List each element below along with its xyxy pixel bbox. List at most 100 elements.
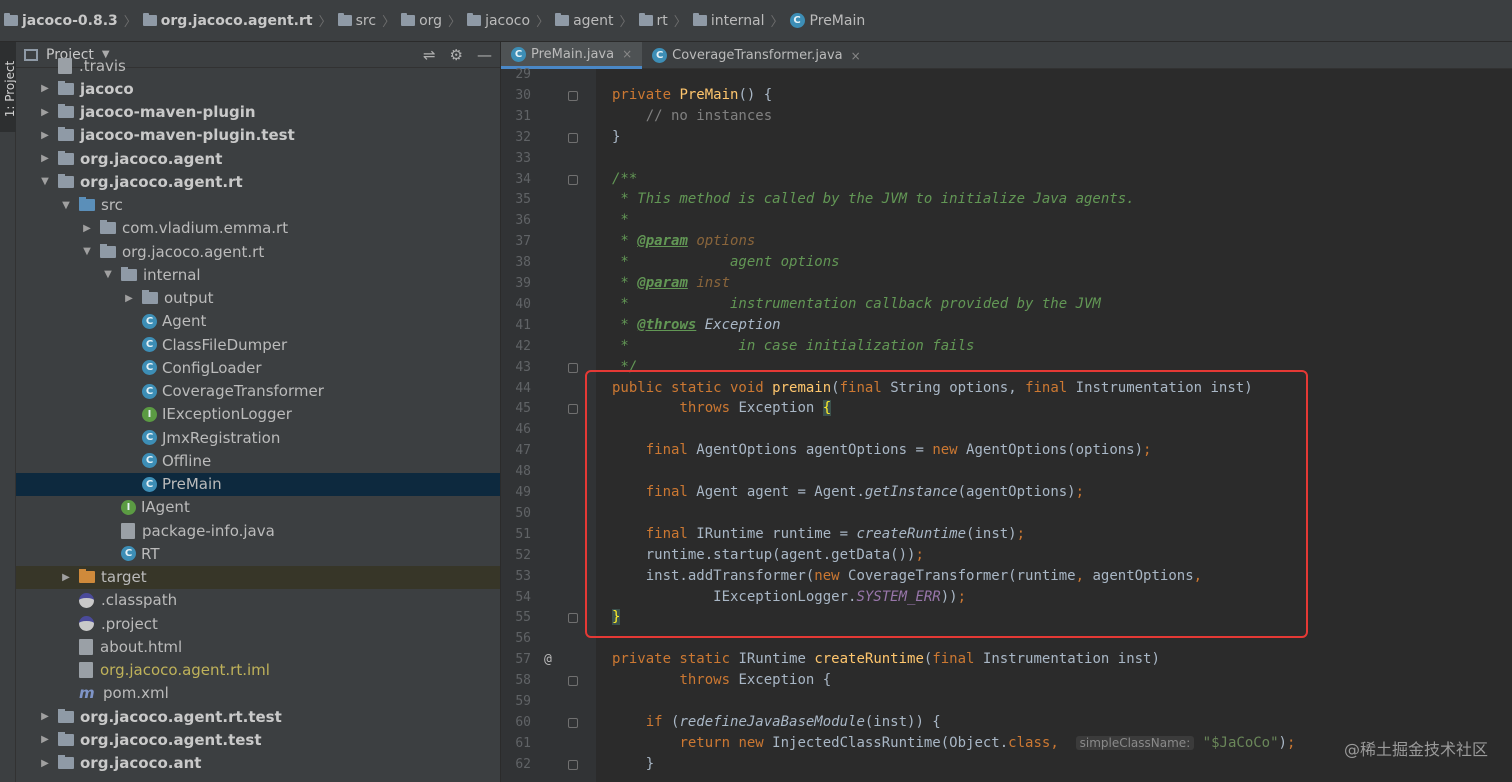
breadcrumb-separator-icon: 〉	[770, 15, 784, 30]
tree-item[interactable]: ▼ src	[16, 194, 500, 217]
chevron-down-icon[interactable]: ▼	[38, 176, 52, 187]
editor-tab[interactable]: C CoverageTransformer.java ×	[642, 42, 871, 69]
fold-icon[interactable]	[568, 132, 578, 143]
code-line[interactable]: throws Exception {	[612, 670, 831, 691]
maven-icon: m	[79, 684, 95, 703]
tree-item-label: org.jacoco.agent.test	[80, 730, 262, 749]
tree-item[interactable]: C ConfigLoader	[16, 356, 500, 379]
fold-icon[interactable]	[568, 676, 578, 687]
code-line[interactable]: * @param options	[612, 231, 755, 252]
line-number: 41	[515, 317, 531, 333]
fold-icon[interactable]	[568, 362, 578, 373]
code-line[interactable]: * instrumentation callback provided by t…	[612, 294, 1100, 315]
tree-item[interactable]: C RT	[16, 542, 500, 565]
chevron-right-icon[interactable]: ▶	[38, 758, 52, 769]
tree-item[interactable]: C CoverageTransformer	[16, 380, 500, 403]
tree-item[interactable]: ▶ org.jacoco.ant	[16, 752, 500, 775]
breadcrumb-item[interactable]: org 〉	[401, 11, 467, 30]
chevron-right-icon[interactable]: ▶	[59, 572, 73, 583]
chevron-right-icon[interactable]: ▶	[122, 293, 136, 304]
line-number: 48	[515, 464, 531, 480]
tree-item[interactable]: ▶ output	[16, 287, 500, 310]
tree-item[interactable]: ▶ org.jacoco.agent.test	[16, 728, 500, 751]
tree-item[interactable]: C Offline	[16, 449, 500, 472]
tree-item[interactable]: C PreMain	[16, 472, 500, 496]
code-line[interactable]: *	[612, 210, 628, 231]
tree-item[interactable]: .travis	[16, 54, 500, 77]
tree-item-label: com.vladium.emma.rt	[122, 219, 289, 238]
tree-item[interactable]: ▼ internal	[16, 263, 500, 286]
editor-tab-label: PreMain.java	[531, 46, 615, 62]
breadcrumb-item[interactable]: jacoco 〉	[467, 11, 555, 30]
project-tool-window-tab[interactable]: 1: Project	[0, 42, 17, 132]
code-line[interactable]: /**	[612, 169, 637, 190]
interface-icon: I	[142, 406, 157, 422]
breadcrumb-item[interactable]: agent 〉	[555, 11, 638, 30]
chevron-down-icon[interactable]: ▼	[101, 269, 115, 280]
fold-icon[interactable]	[568, 613, 578, 624]
code-line[interactable]: return new InjectedClassRuntime(Object.c…	[612, 733, 1295, 754]
fold-icon[interactable]	[568, 717, 578, 728]
project-tool-tab-label: 1: Project	[3, 60, 17, 118]
tree-item-label: .travis	[79, 56, 126, 75]
tree-item[interactable]: org.jacoco.agent.rt.iml	[16, 659, 500, 682]
code-line[interactable]: * This method is called by the JVM to in…	[612, 189, 1134, 210]
code-line[interactable]: * agent options	[612, 252, 839, 273]
code-line[interactable]: }	[612, 127, 620, 148]
tree-item[interactable]: ▶ org.jacoco.agent.rt.test	[16, 705, 500, 728]
breadcrumb-item[interactable]: jacoco-0.8.3 〉	[4, 11, 143, 30]
line-number: 43	[515, 359, 531, 375]
tree-item[interactable]: m pom.xml	[16, 682, 500, 705]
tree-item[interactable]: ▼ org.jacoco.agent.rt	[16, 170, 500, 193]
code-line[interactable]: private static IRuntime createRuntime(fi…	[612, 649, 1160, 670]
code-line[interactable]: * @throws Exception	[612, 315, 780, 336]
breadcrumb-item[interactable]: org.jacoco.agent.rt 〉	[142, 11, 338, 30]
tree-item[interactable]: ▶ com.vladium.emma.rt	[16, 217, 500, 240]
code-line[interactable]: private PreMain() {	[612, 85, 772, 106]
fold-icon[interactable]	[568, 404, 578, 415]
breadcrumb-item[interactable]: rt 〉	[638, 11, 693, 30]
tree-item[interactable]: ▶ jacoco-maven-plugin.test	[16, 124, 500, 147]
tree-item[interactable]: ▶ org.jacoco.agent	[16, 147, 500, 170]
tree-item[interactable]: C ClassFileDumper	[16, 333, 500, 356]
close-icon[interactable]: ×	[851, 49, 861, 63]
tree-item[interactable]: ▶ jacoco-maven-plugin	[16, 101, 500, 124]
chevron-down-icon[interactable]: ▼	[80, 246, 94, 257]
code-line[interactable]: * in case initialization fails	[612, 336, 974, 357]
tree-item[interactable]: about.html	[16, 635, 500, 658]
chevron-down-icon[interactable]: ▼	[59, 200, 73, 211]
fold-icon[interactable]	[568, 759, 578, 770]
code-line[interactable]: * @param inst	[612, 273, 730, 294]
tree-item[interactable]: ▶ target	[16, 565, 500, 589]
line-number: 46	[515, 422, 531, 438]
tree-item[interactable]: .project	[16, 612, 500, 635]
chevron-right-icon[interactable]: ▶	[38, 107, 52, 118]
breadcrumb-item[interactable]: internal 〉	[692, 11, 790, 30]
tree-item[interactable]: ▶ jacoco	[16, 77, 500, 100]
line-number: 56	[515, 631, 531, 647]
tree-item[interactable]: ▼ org.jacoco.agent.rt	[16, 240, 500, 263]
tree-item[interactable]: I IAgent	[16, 496, 500, 519]
close-icon[interactable]: ×	[622, 47, 632, 61]
tree-item[interactable]: I IExceptionLogger	[16, 403, 500, 426]
fold-icon[interactable]	[568, 90, 578, 101]
tree-item[interactable]: C Agent	[16, 310, 500, 333]
fold-icon[interactable]	[568, 174, 578, 185]
breadcrumb-item[interactable]: src 〉	[337, 11, 401, 30]
breadcrumb-item[interactable]: C PreMain	[789, 13, 865, 29]
chevron-right-icon[interactable]: ▶	[38, 711, 52, 722]
tree-item[interactable]: .classpath	[16, 589, 500, 612]
chevron-right-icon[interactable]: ▶	[80, 223, 94, 234]
tree-item-label: org.jacoco.agent.rt.test	[80, 707, 282, 726]
code-line[interactable]: // no instances	[612, 106, 772, 127]
chevron-right-icon[interactable]: ▶	[38, 130, 52, 141]
code-line[interactable]: }	[612, 754, 654, 775]
tree-item[interactable]: C JmxRegistration	[16, 426, 500, 449]
tree-item-label: jacoco	[80, 79, 134, 98]
chevron-right-icon[interactable]: ▶	[38, 153, 52, 164]
chevron-right-icon[interactable]: ▶	[38, 734, 52, 745]
chevron-right-icon[interactable]: ▶	[38, 83, 52, 94]
tree-item[interactable]: package-info.java	[16, 519, 500, 542]
override-marker-icon[interactable]: @	[544, 649, 552, 670]
code-line[interactable]: if (redefineJavaBaseModule(inst)) {	[612, 712, 941, 733]
